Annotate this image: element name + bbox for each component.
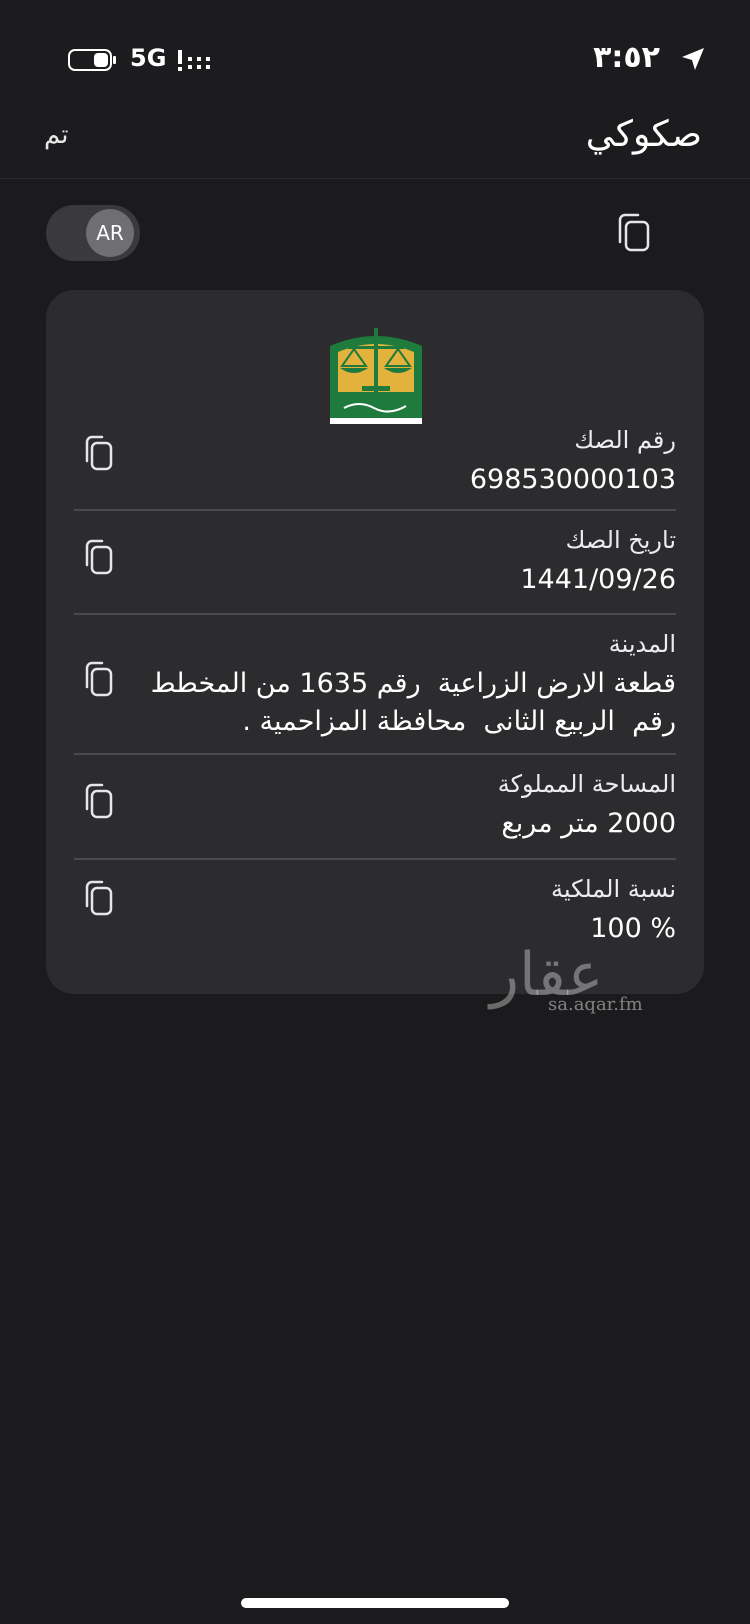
copy-icon[interactable] [84, 782, 114, 820]
home-indicator[interactable] [241, 1598, 509, 1608]
signal-icon [178, 50, 210, 71]
done-button[interactable]: تم [44, 120, 69, 150]
language-toggle-knob: AR [86, 209, 134, 257]
field-value: 698530000103 [469, 464, 676, 495]
field-city: المدينة قطعة الارض الزراعية رقم 1635 من … [46, 620, 704, 750]
status-bar: 5G ٣:٥٢ [0, 0, 750, 110]
copy-icon[interactable] [84, 660, 114, 698]
divider [74, 509, 676, 511]
copy-icon[interactable] [84, 879, 114, 917]
status-time: ٣:٥٢ [593, 40, 660, 75]
copy-icon[interactable] [84, 434, 114, 472]
field-deed-number: رقم الصك 698530000103 [46, 414, 704, 510]
field-value: 1441/09/26 [520, 564, 676, 595]
field-value: 2000 متر مربع [501, 808, 676, 839]
field-deed-date: تاريخ الصك 1441/09/26 [46, 516, 704, 612]
field-owned-area: المساحة المملوكة 2000 متر مربع [46, 760, 704, 856]
field-label: تاريخ الصك [565, 526, 676, 554]
field-label: المدينة [608, 630, 676, 658]
network-label: 5G [130, 44, 167, 72]
field-label: المساحة المملوكة [497, 770, 676, 798]
divider [74, 613, 676, 615]
language-toggle[interactable]: AR [46, 205, 140, 261]
page-title: صكوكي [585, 114, 702, 155]
divider [74, 858, 676, 860]
watermark-url: sa.aqar.fm [548, 994, 643, 1015]
divider [74, 753, 676, 755]
location-arrow-icon [682, 48, 704, 70]
nav-header: تم صكوكي [0, 110, 750, 179]
field-value-line2: رقم الربيع الثانى محافظة المزاحمية . [242, 706, 676, 737]
deed-card: رقم الصك 698530000103 تاريخ الصك 1441/09… [46, 290, 704, 994]
copy-all-icon[interactable] [616, 212, 652, 254]
field-ownership-share: نسبة الملكية 100 % [46, 865, 704, 965]
field-value-line1: قطعة الارض الزراعية رقم 1635 من المخطط [150, 668, 676, 699]
ministry-of-justice-logo [330, 328, 422, 424]
field-label: نسبة الملكية [551, 875, 676, 903]
field-label: رقم الصك [574, 426, 676, 454]
battery-icon [68, 49, 116, 71]
copy-icon[interactable] [84, 538, 114, 576]
